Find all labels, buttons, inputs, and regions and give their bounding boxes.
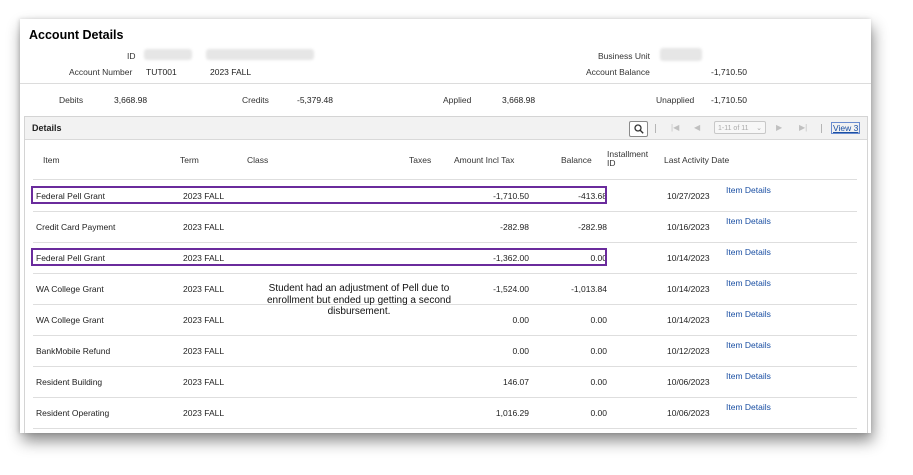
item-details-link[interactable]: Item Details [726,309,771,319]
details-title: Details [32,123,62,133]
redacted-business-unit [660,48,702,61]
redacted-id-block [144,49,192,60]
column-header-last-activity: Last Activity Date [664,155,730,165]
annotation-note: Student had an adjustment of Pell due to… [266,283,452,317]
amount-cell: 0.00 [512,346,529,356]
page-title: Account Details [29,28,124,42]
item-details-link[interactable]: Item Details [726,371,771,381]
column-header-item: Item [43,155,60,165]
previous-page-icon[interactable]: ◀ [694,123,700,132]
search-icon [633,124,644,134]
item-cell: BankMobile Refund [36,346,111,356]
business-unit-label: Business Unit [598,51,650,61]
term-cell: 2023 FALL [183,284,225,294]
item-details-link[interactable]: Item Details [726,340,771,350]
term-cell: 2023 FALL [183,346,225,356]
last-activity-cell: 10/14/2023 [667,284,710,294]
redacted-name-block [206,49,314,60]
account-balance-label: Account Balance [586,67,650,77]
last-activity-cell: 10/27/2023 [667,191,710,201]
column-header-installment-line2: ID [607,158,616,168]
term-cell: 2023 FALL [183,377,225,387]
column-header-taxes: Taxes [409,155,432,165]
table-row: BankMobile Refund 2023 FALL 0.00 0.00 10/12/… [33,335,857,367]
credits-value: -5,379.48 [297,95,333,105]
page-range-text: 1-11 of 11 [718,125,749,132]
view-all-link[interactable]: View 3 [831,122,861,134]
amount-cell: 0.00 [512,315,529,325]
table-row: Resident Operating 2023 FALL 1,016.29 0.00 1… [33,397,857,429]
column-header-amount: Amount Incl Tax [454,155,515,165]
toolbar-separator [655,124,656,133]
term-cell: 2023 FALL [183,222,225,232]
column-header-balance: Balance [561,155,592,165]
divider [20,83,871,84]
search-button[interactable] [629,121,648,137]
column-header-class: Class [247,155,269,165]
item-details-link[interactable]: Item Details [726,216,771,226]
amount-cell: 1,016.29 [495,408,529,418]
item-cell: WA College Grant [36,284,104,294]
debits-label: Debits [59,95,84,105]
last-activity-cell: 10/14/2023 [667,253,710,263]
unapplied-label: Unapplied [656,95,695,105]
item-details-link[interactable]: Item Details [726,247,771,257]
item-cell: Resident Operating [36,408,110,418]
credits-label: Credits [242,95,269,105]
item-details-link[interactable]: Item Details [726,185,771,195]
last-activity-cell: 10/06/2023 [667,377,710,387]
chevron-down-icon: ⌄ [756,125,762,132]
table-row: Credit Card Payment 2023 FALL -282.98 -282.… [33,211,857,243]
item-details-link[interactable]: Item Details [726,402,771,412]
balance-cell: 0.00 [590,377,607,387]
balance-cell: 0.00 [590,315,607,325]
last-activity-cell: 10/14/2023 [667,315,710,325]
account-term-value: 2023 FALL [210,67,252,77]
highlight-box [31,186,607,204]
account-details-panel: Account Details ID Account Number TUT001… [20,19,871,433]
account-number-label: Account Number [69,67,133,77]
debits-value: 3,668.98 [114,95,148,105]
column-header-installment: Installment ID [607,150,648,168]
item-cell: WA College Grant [36,315,104,325]
unapplied-value: -1,710.50 [711,95,747,105]
first-page-icon[interactable]: |◀ [671,123,679,132]
page-range-select[interactable]: 1-11 of 11 ⌄ [714,121,766,134]
account-number-value: TUT001 [146,67,177,77]
amount-cell: -282.98 [500,222,529,232]
amount-cell: -1,524.00 [493,284,529,294]
last-page-icon[interactable]: ▶| [799,123,807,132]
last-activity-cell: 10/12/2023 [667,346,710,356]
last-activity-cell: 10/16/2023 [667,222,710,232]
applied-value: 3,668.98 [502,95,536,105]
balance-cell: 0.00 [590,408,607,418]
highlight-box [31,248,607,266]
item-details-link[interactable]: Item Details [726,278,771,288]
column-header-term: Term [180,155,199,165]
account-balance-value: -1,710.50 [711,67,747,77]
table-row: Resident Building 2023 FALL 146.07 0.00 10/0… [33,366,857,398]
term-cell: 2023 FALL [183,315,225,325]
last-activity-cell: 10/06/2023 [667,408,710,418]
amount-cell: 146.07 [503,377,529,387]
item-cell: Resident Building [36,377,103,387]
balance-cell: 0.00 [590,346,607,356]
details-header-bar: Details |◀ ◀ 1-11 of 11 ⌄ ▶ ▶| View 3 [25,117,867,140]
applied-label: Applied [443,95,472,105]
id-label: ID [127,51,136,61]
balance-cell: -282.98 [578,222,607,232]
toolbar-separator [821,124,822,133]
details-grid: Details |◀ ◀ 1-11 of 11 ⌄ ▶ ▶| View 3 It… [24,116,868,433]
balance-cell: -1,013.84 [571,284,607,294]
next-page-icon[interactable]: ▶ [776,123,782,132]
item-cell: Credit Card Payment [36,222,116,232]
term-cell: 2023 FALL [183,408,225,418]
